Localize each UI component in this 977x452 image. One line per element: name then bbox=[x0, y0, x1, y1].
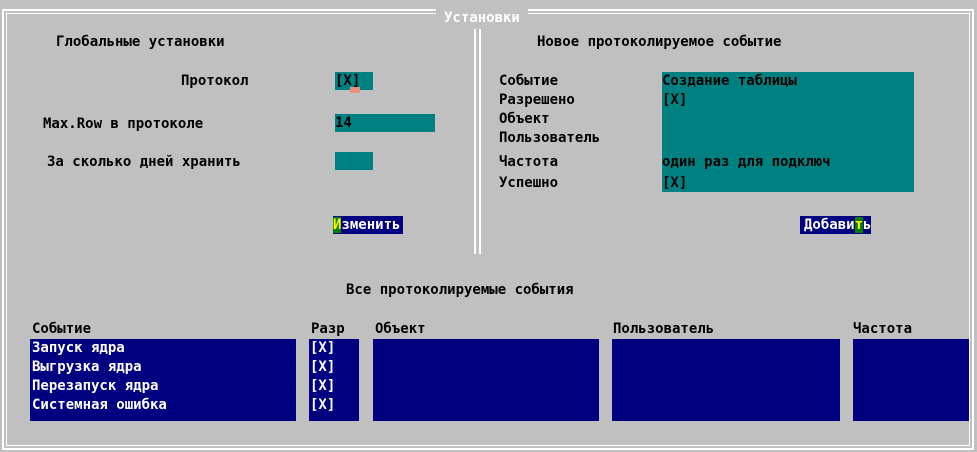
days-input[interactable] bbox=[335, 152, 373, 170]
maxrow-label: Max.Row в протоколе bbox=[43, 116, 204, 132]
global-settings-heading: Глобальные установки bbox=[56, 34, 225, 50]
col-header-event: Событие bbox=[32, 321, 92, 337]
text-cursor bbox=[350, 87, 360, 93]
events-list[interactable]: Запуск ядра Выгрузка ядра Перезапуск ядр… bbox=[30, 339, 296, 421]
panel-separator-right bbox=[479, 29, 481, 254]
user-label: Пользователь bbox=[499, 130, 601, 146]
col-header-user: Пользователь bbox=[613, 321, 715, 337]
success-label: Успешно bbox=[499, 175, 559, 191]
list-item[interactable]: [X] bbox=[309, 358, 359, 377]
col-header-allowed: Разр bbox=[311, 321, 345, 337]
change-button-label: зменить bbox=[341, 217, 401, 233]
allowed-checkbox[interactable]: [X] bbox=[662, 91, 914, 109]
add-button[interactable]: Добавить bbox=[800, 216, 872, 234]
maxrow-input[interactable]: 14 bbox=[335, 114, 435, 132]
event-input[interactable]: Создание таблицы bbox=[662, 72, 914, 90]
allowed-list[interactable]: [X] [X] [X] [X] bbox=[309, 339, 359, 421]
event-label: Событие bbox=[499, 73, 559, 89]
frequency-label: Частота bbox=[499, 154, 559, 170]
add-button-label-end: ь bbox=[863, 217, 872, 233]
list-item[interactable]: [X] bbox=[309, 339, 359, 358]
frequency-list[interactable] bbox=[853, 339, 969, 421]
user-list[interactable] bbox=[612, 339, 840, 421]
allowed-label: Разрешено bbox=[499, 92, 575, 108]
all-events-heading: Все протоколируемые события bbox=[346, 282, 574, 298]
window-title: Установки bbox=[436, 9, 528, 27]
protocol-label: Протокол bbox=[181, 73, 249, 89]
list-item[interactable]: Выгрузка ядра bbox=[30, 358, 296, 377]
change-button[interactable]: Изменить bbox=[333, 216, 404, 234]
list-item[interactable]: [X] bbox=[309, 377, 359, 396]
col-header-object: Объект bbox=[375, 321, 426, 337]
object-input[interactable] bbox=[662, 110, 914, 128]
list-item[interactable]: Запуск ядра bbox=[30, 339, 296, 358]
list-item[interactable]: Системная ошибка bbox=[30, 396, 296, 415]
new-event-heading: Новое протоколируемое событие bbox=[537, 34, 782, 50]
add-button-hotkey: т bbox=[854, 217, 864, 233]
list-item[interactable]: Перезапуск ядра bbox=[30, 377, 296, 396]
user-input[interactable] bbox=[662, 129, 914, 147]
add-button-label: Добави bbox=[804, 217, 855, 233]
days-label: За сколько дней хранить bbox=[47, 154, 241, 170]
col-header-frequency: Частота bbox=[853, 321, 913, 337]
object-list[interactable] bbox=[373, 339, 599, 421]
frequency-select[interactable]: один раз для подключ bbox=[662, 153, 914, 171]
success-checkbox[interactable]: [X] bbox=[662, 174, 914, 192]
list-item[interactable]: [X] bbox=[309, 396, 359, 415]
object-label: Объект bbox=[499, 111, 550, 127]
panel-separator-left bbox=[474, 29, 476, 254]
